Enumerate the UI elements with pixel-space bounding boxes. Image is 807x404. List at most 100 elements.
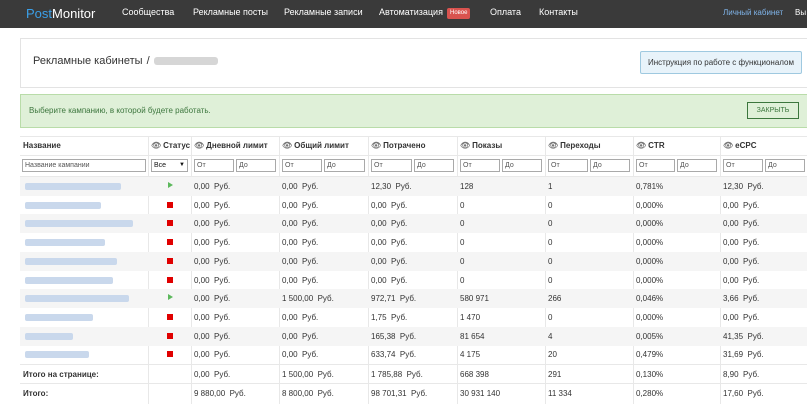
campaign-name-link[interactable] [25,257,117,265]
campaign-name-link[interactable] [25,351,89,359]
cell-clicks: 0 [548,275,553,285]
eye-icon[interactable]: 👁 [194,141,204,150]
campaign-name-link[interactable] [25,201,101,209]
dropdown-arrow-icon: ▼ [179,162,185,168]
cell-spent: 12,30 Руб. [371,182,412,191]
eye-icon[interactable]: 👁 [282,141,292,150]
header-ecpc[interactable]: 👁 eCPC [723,141,757,150]
table-row[interactable]: 0,00 Руб. 0,00 Руб. 12,30 Руб. 128 1 0,781% 12… [20,177,807,196]
cell-total: 1 500,00 Руб. [282,294,334,304]
play-icon[interactable] [168,294,173,301]
eye-icon[interactable]: 👁 [460,141,470,150]
cell-daily: 0,00 Руб. [194,275,231,285]
header-ctr[interactable]: 👁 CTR [636,141,665,150]
eye-icon[interactable]: 👁 [151,141,161,150]
filter-shows-from[interactable]: От [460,159,500,172]
header-total-limit[interactable]: 👁 Общий лимит [282,141,349,150]
stop-icon[interactable] [167,332,173,339]
eye-icon[interactable]: 👁 [548,141,558,150]
filter-name-input[interactable]: Название кампании [22,159,146,172]
cell-spent: 165,38 Руб. [371,331,417,341]
campaign-name-link[interactable] [25,332,73,340]
cell-clicks: 0 [548,200,553,210]
cell-ctr: 0,000% [636,238,664,248]
nav-ad-posts[interactable]: Рекламные посты [193,7,268,17]
cell-daily: 0,00 Руб. [194,350,231,360]
table-row[interactable]: 0,00 Руб. 0,00 Руб. 165,38 Руб. 81 654 4 0,00… [20,326,807,346]
filter-shows-to[interactable]: До [502,159,542,172]
cell-spent: 0,00 Руб. [371,200,408,210]
eye-icon[interactable]: 👁 [723,141,733,150]
table-row[interactable]: 0,00 Руб. 0,00 Руб. 0,00 Руб. 0 0 0,000% 0,00 … [20,251,807,271]
filter-daily-to[interactable]: До [236,159,276,172]
stop-icon[interactable] [167,220,173,227]
nav-contacts[interactable]: Контакты [539,7,578,17]
campaign-name-link[interactable] [25,276,113,284]
instructions-button[interactable]: Инструкция по работе с функционалом [640,51,802,74]
campaign-name-link[interactable] [25,313,93,321]
campaign-name-link[interactable] [25,295,129,303]
cell-total: 0,00 Руб. [282,238,319,248]
cell-total: 0,00 Руб. [282,331,319,341]
eye-icon[interactable]: 👁 [636,141,646,150]
cell-clicks: 4 [548,331,553,341]
table-row[interactable]: 0,00 Руб. 0,00 Руб. 0,00 Руб. 0 0 0,000% 0,00 … [20,196,807,215]
header-clicks[interactable]: 👁 Переходы [548,141,601,150]
filter-daily-from[interactable]: От [194,159,234,172]
cell-total: 0,00 Руб. [282,182,319,191]
nav-ad-records[interactable]: Рекламные записи [284,7,363,17]
cell-ecpc: 41,35 Руб. [723,331,764,341]
header-name[interactable]: Название [23,141,61,150]
header-shows[interactable]: 👁 Показы [460,141,502,150]
cell-shows: 0 [460,256,465,266]
cell-daily: 0,00 Руб. [194,294,231,304]
stop-icon[interactable] [167,351,173,358]
stop-icon[interactable] [167,257,173,264]
table-row[interactable]: 0,00 Руб. 0,00 Руб. 0,00 Руб. 0 0 0,000% 0,00 … [20,271,807,290]
cell-ecpc: 31,69 Руб. [723,350,764,360]
filter-total-from[interactable]: От [282,159,322,172]
cell-daily: 0,00 Руб. [194,331,231,341]
header-daily-limit[interactable]: 👁 Дневной лимит [194,141,268,150]
campaign-name-link[interactable] [25,183,121,190]
filter-spent-to[interactable]: До [414,159,454,172]
header-spent[interactable]: 👁 Потрачено [371,141,425,150]
cell-spent: 1,75 Руб. [371,312,408,322]
filter-clicks-from[interactable]: От [548,159,588,172]
filter-ctr-to[interactable]: До [677,159,717,172]
filter-status-select[interactable]: Все ▼ [151,159,188,172]
page-total-row: Итого на странице: 0,00 Руб. 1 500,00 Ру… [20,364,807,384]
filter-ecpc-to[interactable]: До [765,159,805,172]
stop-icon[interactable] [167,239,173,246]
stop-icon[interactable] [167,276,173,283]
nav-payment[interactable]: Оплата [490,7,521,17]
cell-total: 0,00 Руб. [282,219,319,229]
table-row[interactable]: 0,00 Руб. 0,00 Руб. 0,00 Руб. 0 0 0,000% 0,00 … [20,214,807,234]
cell-ecpc: 0,00 Руб. [723,238,760,248]
header-status[interactable]: 👁 Статус [151,141,190,150]
play-icon[interactable] [168,182,173,188]
campaign-name-link[interactable] [25,220,133,228]
cell-daily: 0,00 Руб. [194,238,231,248]
campaign-name-link[interactable] [25,239,105,247]
filter-spent-from[interactable]: От [371,159,412,172]
filter-ctr-from[interactable]: От [636,159,675,172]
nav-communities[interactable]: Сообщества [122,7,174,17]
alert-close-button[interactable]: ЗАКРЫТЬ [747,102,799,119]
table-row[interactable]: 0,00 Руб. 0,00 Руб. 1,75 Руб. 1 470 0 0,000% 0… [20,308,807,327]
new-badge: Новое [447,8,471,19]
logout-link[interactable]: Вы [795,8,806,17]
stop-icon[interactable] [167,313,173,320]
stop-icon[interactable] [167,201,173,208]
table-row[interactable]: 0,00 Руб. 1 500,00 Руб. 972,71 Руб. 580 971… [20,289,807,309]
account-link[interactable]: Личный кабинет [723,8,783,17]
nav-automation[interactable]: Автоматизация [379,7,443,17]
filter-ecpc-from[interactable]: От [723,159,763,172]
eye-icon[interactable]: 👁 [371,141,381,150]
table-row[interactable]: 0,00 Руб. 0,00 Руб. 0,00 Руб. 0 0 0,000% 0,00 … [20,233,807,252]
cell-clicks: 0 [548,219,553,229]
filter-clicks-to[interactable]: До [590,159,630,172]
logo[interactable]: PostMonitor [26,6,95,21]
filter-total-to[interactable]: До [324,159,365,172]
table-row[interactable]: 0,00 Руб. 0,00 Руб. 633,74 Руб. 4 175 20 0,47… [20,345,807,364]
